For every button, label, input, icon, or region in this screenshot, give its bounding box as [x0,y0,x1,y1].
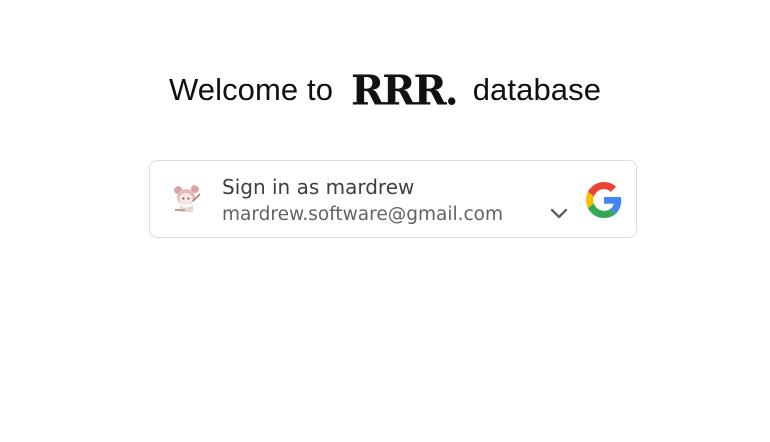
welcome-prefix: Welcome to [168,72,334,107]
signin-account-email: mardrew.software@gmail.com [222,204,503,225]
welcome-suffix: database [472,72,602,107]
signin-account-title: Sign in as mardrew [222,175,415,199]
user-avatar-icon [170,183,204,217]
login-page: Welcome to RRR. database Sign in as mard… [0,0,770,442]
google-sign-in-button[interactable]: Sign in as mardrew mardrew.software@gmai… [149,160,637,238]
welcome-heading: Welcome to RRR. database [0,64,770,116]
chevron-down-icon[interactable] [548,205,570,223]
google-logo-icon [586,182,622,218]
brand-logo: RRR. [351,66,459,114]
